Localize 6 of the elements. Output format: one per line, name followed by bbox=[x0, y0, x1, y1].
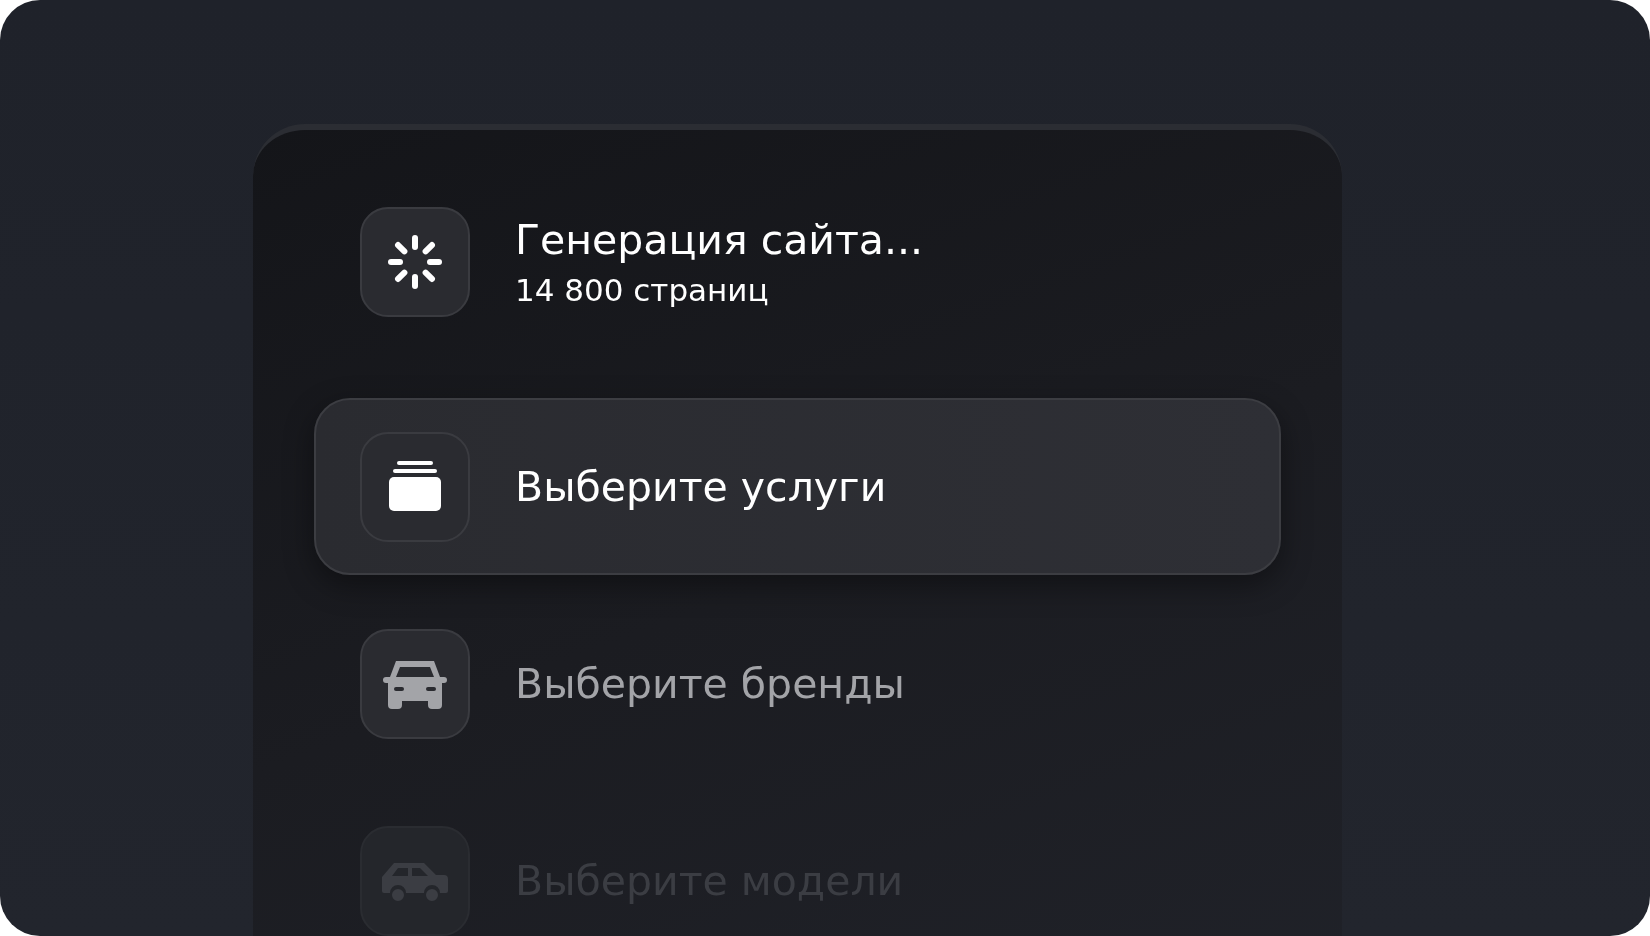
step-item[interactable]: Генерация сайта... 14 800 страниц bbox=[314, 173, 1281, 350]
step-title: Выберите услуги bbox=[515, 462, 887, 511]
step-title: Генерация сайта... bbox=[515, 215, 924, 264]
step-title: Выберите бренды bbox=[515, 659, 905, 708]
step-item[interactable]: Выберите услуги bbox=[314, 398, 1281, 575]
step-subtitle: 14 800 страниц bbox=[515, 271, 770, 308]
